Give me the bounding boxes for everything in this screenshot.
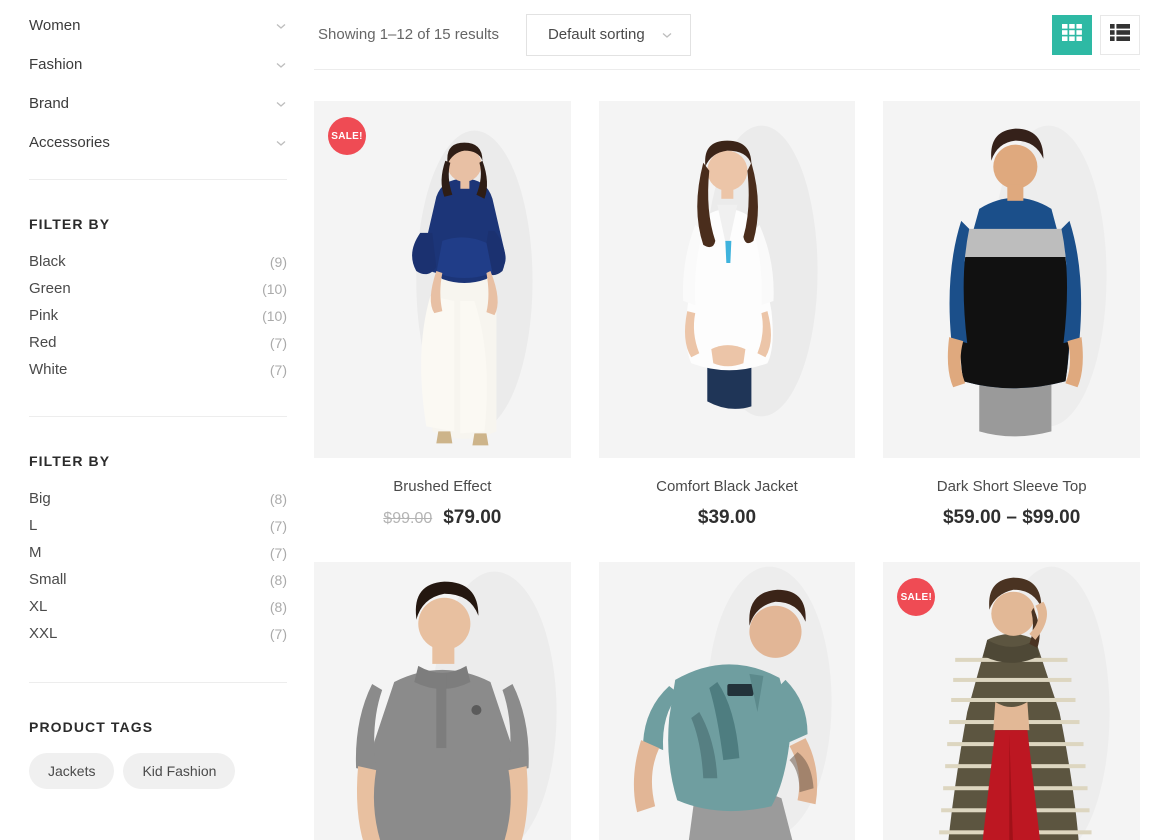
product-listing: Showing 1–12 of 15 results Default sorti… — [310, 0, 1159, 840]
sidebar: Women Fashion Brand Accessories FILTER B… — [0, 0, 310, 840]
product-image[interactable]: SALE! — [883, 562, 1140, 840]
product-grid-row-1: SALE! Brushed Effect $99.00 $79.00 Comfo… — [314, 70, 1140, 529]
sidebar-item-brand[interactable]: Brand — [29, 84, 287, 123]
product-card[interactable]: Dark Short Sleeve Top $59.00 – $99.00 — [883, 101, 1140, 529]
chevron-down-icon[interactable] — [275, 137, 287, 149]
sidebar-item-women[interactable]: Women — [29, 6, 287, 45]
filter-label: L — [29, 517, 38, 534]
sidebar-item-fashion[interactable]: Fashion — [29, 45, 287, 84]
filter-count: (10) — [262, 307, 287, 324]
product-current-price: $79.00 — [443, 507, 502, 528]
category-label: Fashion — [29, 56, 83, 73]
filter-item-l[interactable]: L (7) — [29, 512, 287, 539]
filter-item-green[interactable]: Green (10) — [29, 275, 287, 302]
product-price: $39.00 — [599, 507, 856, 529]
color-filter-title: FILTER BY — [29, 216, 111, 232]
sorting-dropdown[interactable]: Default sorting — [525, 13, 691, 56]
sorting-value: Default sorting — [547, 26, 645, 43]
product-tag-list: Jackets Kid Fashion — [29, 753, 287, 789]
filter-count: (8) — [269, 490, 287, 507]
size-filter-list: Big (8) L (7) M (7) Small (8) XL (8) XXL… — [29, 485, 287, 647]
shop-page: Women Fashion Brand Accessories FILTER B… — [0, 0, 1159, 840]
filter-label: Red — [29, 334, 57, 351]
product-price: $99.00 $79.00 — [314, 507, 571, 529]
product-image[interactable] — [598, 562, 856, 840]
filter-label: Pink — [29, 307, 59, 324]
view-toggle — [1052, 14, 1140, 55]
filter-item-xl[interactable]: XL (8) — [29, 593, 287, 620]
sidebar-divider — [29, 179, 287, 180]
filter-count: (7) — [269, 361, 287, 378]
filter-count: (9) — [269, 253, 287, 270]
filter-count: (7) — [269, 544, 287, 561]
tag-jackets[interactable]: Jackets — [29, 753, 115, 789]
filter-count: (7) — [269, 334, 287, 351]
grid-view-button[interactable] — [1052, 14, 1092, 55]
sidebar-divider — [29, 682, 287, 683]
category-label: Brand — [29, 95, 70, 112]
product-image[interactable] — [883, 101, 1140, 458]
product-old-price: $99.00 — [383, 510, 433, 527]
product-price: $59.00 – $99.00 — [883, 507, 1140, 529]
grid-view-icon — [1062, 23, 1082, 46]
size-filter-title: FILTER BY — [29, 453, 111, 469]
filter-label: XL — [29, 598, 48, 615]
filter-item-xxl[interactable]: XXL (7) — [29, 620, 287, 647]
filter-item-m[interactable]: M (7) — [29, 539, 287, 566]
filter-item-black[interactable]: Black (9) — [29, 248, 287, 275]
filter-item-red[interactable]: Red (7) — [29, 329, 287, 356]
result-count: Showing 1–12 of 15 results — [318, 26, 499, 43]
tag-kid-fashion[interactable]: Kid Fashion — [123, 753, 236, 789]
product-tags-title: PRODUCT TAGS — [29, 719, 154, 735]
sidebar-divider — [29, 416, 287, 417]
listing-toolbar: Showing 1–12 of 15 results Default sorti… — [314, 0, 1140, 69]
chevron-down-icon[interactable] — [275, 59, 287, 71]
product-current-price: $59.00 – $99.00 — [942, 507, 1081, 528]
product-card[interactable]: SALE! — [314, 101, 571, 529]
filter-label: XXL — [29, 625, 58, 642]
product-card[interactable] — [314, 562, 571, 840]
filter-item-big[interactable]: Big (8) — [29, 485, 287, 512]
category-list: Women Fashion Brand Accessories — [29, 0, 287, 162]
product-image[interactable] — [598, 101, 856, 458]
filter-label: Big — [29, 490, 51, 507]
color-filter-list: Black (9) Green (10) Pink (10) Red (7) W… — [29, 248, 287, 383]
filter-item-pink[interactable]: Pink (10) — [29, 302, 287, 329]
chevron-down-icon — [661, 29, 673, 41]
filter-label: White — [29, 361, 68, 378]
product-title[interactable]: Comfort Black Jacket — [599, 478, 856, 495]
product-image[interactable]: SALE! — [314, 101, 571, 458]
product-image[interactable] — [314, 562, 571, 840]
product-title[interactable]: Brushed Effect — [314, 478, 571, 495]
filter-label: Green — [29, 280, 71, 297]
product-card[interactable] — [598, 562, 856, 840]
sale-badge: SALE! — [328, 117, 366, 155]
sidebar-item-accessories[interactable]: Accessories — [29, 123, 287, 162]
product-current-price: $39.00 — [697, 507, 757, 528]
list-view-button[interactable] — [1100, 14, 1140, 55]
filter-count: (10) — [262, 280, 287, 297]
filter-item-small[interactable]: Small (8) — [29, 566, 287, 593]
filter-count: (8) — [269, 571, 287, 588]
chevron-down-icon[interactable] — [275, 20, 287, 32]
product-card[interactable]: Comfort Black Jacket $39.00 — [598, 101, 856, 529]
category-label: Women — [29, 17, 81, 34]
filter-label: M — [29, 544, 42, 561]
filter-label: Black — [29, 253, 66, 270]
product-title[interactable]: Dark Short Sleeve Top — [883, 478, 1140, 495]
filter-item-white[interactable]: White (7) — [29, 356, 287, 383]
product-card[interactable]: SALE! — [883, 562, 1140, 840]
category-label: Accessories — [29, 134, 110, 151]
filter-count: (7) — [269, 625, 287, 642]
filter-count: (8) — [269, 598, 287, 615]
filter-label: Small — [29, 571, 67, 588]
chevron-down-icon[interactable] — [275, 98, 287, 110]
product-grid-row-2: SALE! — [314, 529, 1140, 840]
list-view-icon — [1110, 23, 1130, 46]
filter-count: (7) — [269, 517, 287, 534]
